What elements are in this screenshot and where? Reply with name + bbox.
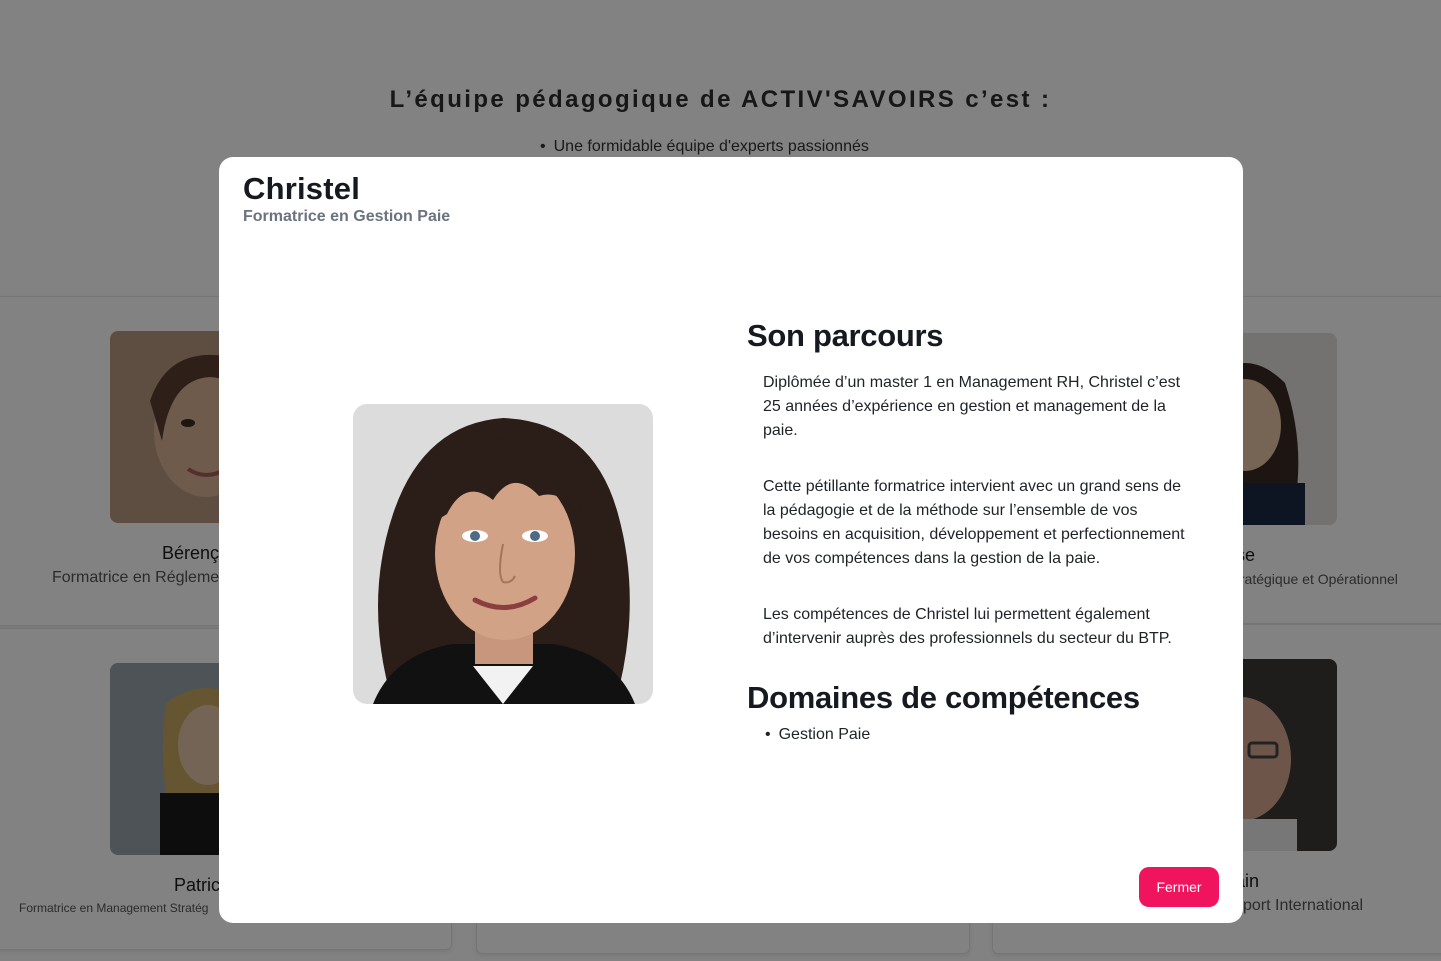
domaine-item: Gestion Paie xyxy=(765,723,1187,747)
parcours-paragraph-2: Cette pétillante formatrice intervient a… xyxy=(763,478,1185,567)
trainer-details: Son parcours Diplômée d’un master 1 en M… xyxy=(747,317,1187,747)
parcours-paragraph-3: Les compétences de Christel lui permette… xyxy=(763,606,1172,647)
trainer-modal: Christel Formatrice en Gestion Paie Son … xyxy=(219,157,1243,923)
trainer-portrait xyxy=(353,404,653,704)
parcours-heading: Son parcours xyxy=(747,318,944,353)
close-button[interactable]: Fermer xyxy=(1139,867,1219,907)
domaines-list: Gestion Paie xyxy=(765,723,1187,747)
parcours-paragraph-1: Diplômée d’un master 1 en Management RH,… xyxy=(763,374,1181,439)
domaines-heading: Domaines de compétences xyxy=(747,680,1140,715)
modal-trainer-role: Formatrice en Gestion Paie xyxy=(243,208,451,225)
modal-trainer-name: Christel xyxy=(243,171,361,206)
